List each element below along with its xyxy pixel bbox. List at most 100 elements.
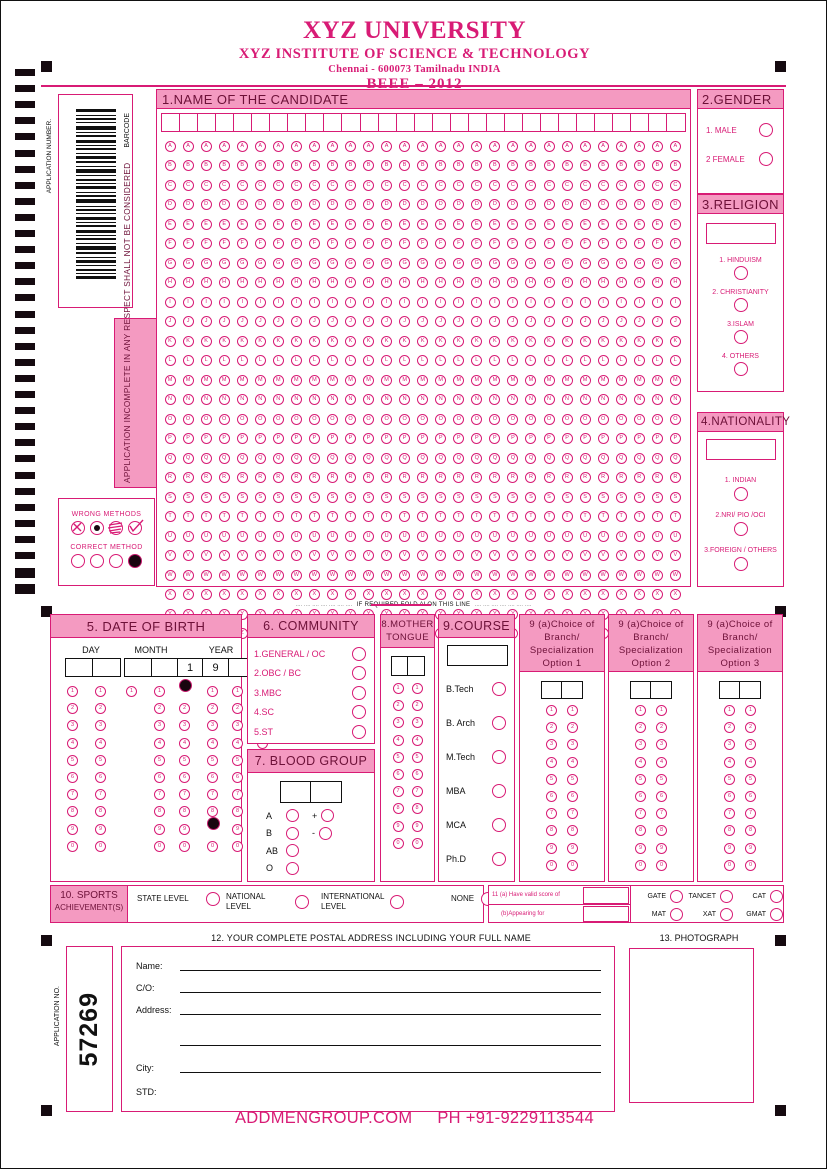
name-grid-cell[interactable]: G [522, 251, 540, 269]
name-bubble-J[interactable]: J [417, 316, 429, 327]
mother-tongue-input-boxes[interactable] [381, 656, 434, 676]
name-grid-cell[interactable]: P [630, 426, 648, 444]
name-grid-cell[interactable]: F [666, 231, 684, 249]
name-bubble-P[interactable]: P [308, 433, 320, 444]
name-grid-cell[interactable]: U [305, 524, 323, 542]
exam-bubble-grid[interactable]: GATE TANCET CAT MAT XAT GMAT [634, 886, 783, 922]
exam-score-row-b[interactable]: (b)Appearing for [489, 905, 630, 923]
name-grid-cell[interactable]: C [360, 173, 378, 191]
name-grid-cell[interactable]: O [396, 407, 414, 425]
name-grid-cell[interactable]: K [486, 329, 504, 347]
name-bubble-L[interactable]: L [308, 355, 320, 366]
branch-bubble-9[interactable]: 9 [567, 842, 578, 854]
name-bubble-M[interactable]: M [344, 374, 356, 386]
name-grid-cell[interactable]: R [161, 465, 179, 483]
name-grid-cell[interactable]: M [594, 368, 612, 386]
sports-option-bubble-1[interactable] [206, 892, 220, 906]
branch-bubble-8[interactable]: 8 [567, 825, 578, 837]
name-bubble-Q[interactable]: Q [254, 452, 266, 464]
name-grid-cell[interactable]: D [341, 192, 359, 210]
name-bubble-S[interactable]: S [489, 491, 501, 503]
name-bubble-I[interactable]: I [489, 296, 501, 308]
name-grid-cell[interactable]: B [341, 153, 359, 171]
dob-bubble-column[interactable]: 123456780 [207, 679, 220, 852]
name-bubble-K[interactable]: K [363, 335, 375, 347]
name-bubble-V[interactable]: V [308, 550, 320, 561]
name-bubble-L[interactable]: L [669, 355, 681, 366]
name-grid-cell[interactable]: V [414, 543, 432, 561]
name-bubble-Q[interactable]: Q [381, 452, 393, 464]
name-grid-cell[interactable]: M [522, 368, 540, 386]
name-grid-cell[interactable]: V [341, 543, 359, 561]
name-grid-cell[interactable]: I [269, 290, 287, 308]
name-bubble-C[interactable]: C [489, 179, 501, 191]
name-bubble-S[interactable]: S [561, 491, 573, 503]
dob-input-boxes-day[interactable] [65, 658, 121, 677]
name-grid-cell[interactable]: A [612, 134, 630, 152]
name-bubble-P[interactable]: P [272, 433, 284, 444]
name-grid-cell[interactable]: U [522, 524, 540, 542]
community-option-row[interactable]: 3.MBC [254, 683, 366, 703]
dob-bubble-slot[interactable]: 5 [232, 748, 243, 766]
name-grid-cell[interactable]: S [378, 485, 396, 503]
name-grid-cell[interactable]: I [558, 290, 576, 308]
branch-bubble-0[interactable]: 0 [656, 859, 667, 871]
branch-bubble-row[interactable]: 99 [698, 842, 782, 860]
name-grid-cell[interactable]: J [269, 309, 287, 327]
nationality-option-bubble-indian[interactable] [733, 487, 748, 501]
name-bubble-B[interactable]: B [182, 160, 194, 171]
mother-tongue-bubble-2[interactable]: 2 [411, 700, 423, 712]
name-grid-cell[interactable]: U [179, 524, 197, 542]
name-grid-cell[interactable]: R [468, 465, 486, 483]
name-bubble-R[interactable]: R [453, 472, 465, 483]
name-bubble-A[interactable]: A [669, 140, 681, 152]
name-grid-cell[interactable]: D [486, 192, 504, 210]
dob-bubble-column[interactable]: 1234567890 [232, 679, 243, 852]
name-bubble-R[interactable]: R [344, 472, 356, 483]
name-bubble-I[interactable]: I [525, 296, 537, 308]
branch-bubble-row[interactable]: 44 [520, 756, 604, 774]
name-bubble-F[interactable]: F [543, 238, 555, 249]
branch-bubble-9[interactable]: 9 [635, 842, 646, 854]
name-grid-cell[interactable]: O [612, 407, 630, 425]
name-grid-cell[interactable]: M [179, 368, 197, 386]
name-bubble-N[interactable]: N [326, 394, 338, 405]
dob-bubble-marked-9[interactable] [207, 816, 220, 830]
dob-bubble-0[interactable]: 0 [179, 840, 190, 852]
name-grid-cell[interactable]: E [450, 212, 468, 230]
name-bubble-P[interactable]: P [182, 433, 194, 444]
name-grid-cell[interactable]: U [215, 524, 233, 542]
name-bubble-J[interactable]: J [543, 316, 555, 327]
dob-box-day[interactable] [93, 658, 121, 677]
name-bubble-C[interactable]: C [381, 179, 393, 191]
branch-bubble-6[interactable]: 6 [724, 790, 735, 802]
name-bubble-M[interactable]: M [597, 374, 609, 386]
course-option-bubble-6[interactable] [492, 852, 506, 866]
mother-tongue-row[interactable]: 99 [381, 820, 434, 838]
name-grid-cell[interactable]: Q [269, 446, 287, 464]
name-grid-cell[interactable]: D [360, 192, 378, 210]
name-bubble-C[interactable]: C [417, 179, 429, 191]
name-grid-cell[interactable]: R [233, 465, 251, 483]
name-grid-cell[interactable]: D [179, 192, 197, 210]
name-input-box[interactable] [631, 114, 650, 131]
name-grid-cell[interactable]: U [648, 524, 666, 542]
name-grid-cell[interactable]: B [630, 153, 648, 171]
name-bubble-E[interactable]: E [489, 218, 501, 230]
name-grid-cell[interactable]: D [378, 192, 396, 210]
name-grid-cell[interactable]: A [576, 134, 594, 152]
name-bubble-E[interactable]: E [615, 218, 627, 230]
branch-bubble-6[interactable]: 6 [745, 790, 756, 802]
name-bubble-F[interactable]: F [344, 238, 356, 249]
name-input-box[interactable] [361, 114, 379, 131]
name-bubble-R[interactable]: R [272, 472, 284, 483]
name-bubble-W[interactable]: W [399, 569, 411, 581]
name-bubble-M[interactable]: M [453, 374, 465, 386]
name-grid-cell[interactable]: C [612, 173, 630, 191]
name-bubble-N[interactable]: N [579, 394, 591, 405]
name-bubble-C[interactable]: C [164, 179, 176, 191]
name-grid-cell[interactable]: S [666, 485, 684, 503]
name-bubble-V[interactable]: V [579, 550, 591, 561]
name-grid-cell[interactable]: R [414, 465, 432, 483]
name-bubble-M[interactable]: M [543, 374, 555, 386]
